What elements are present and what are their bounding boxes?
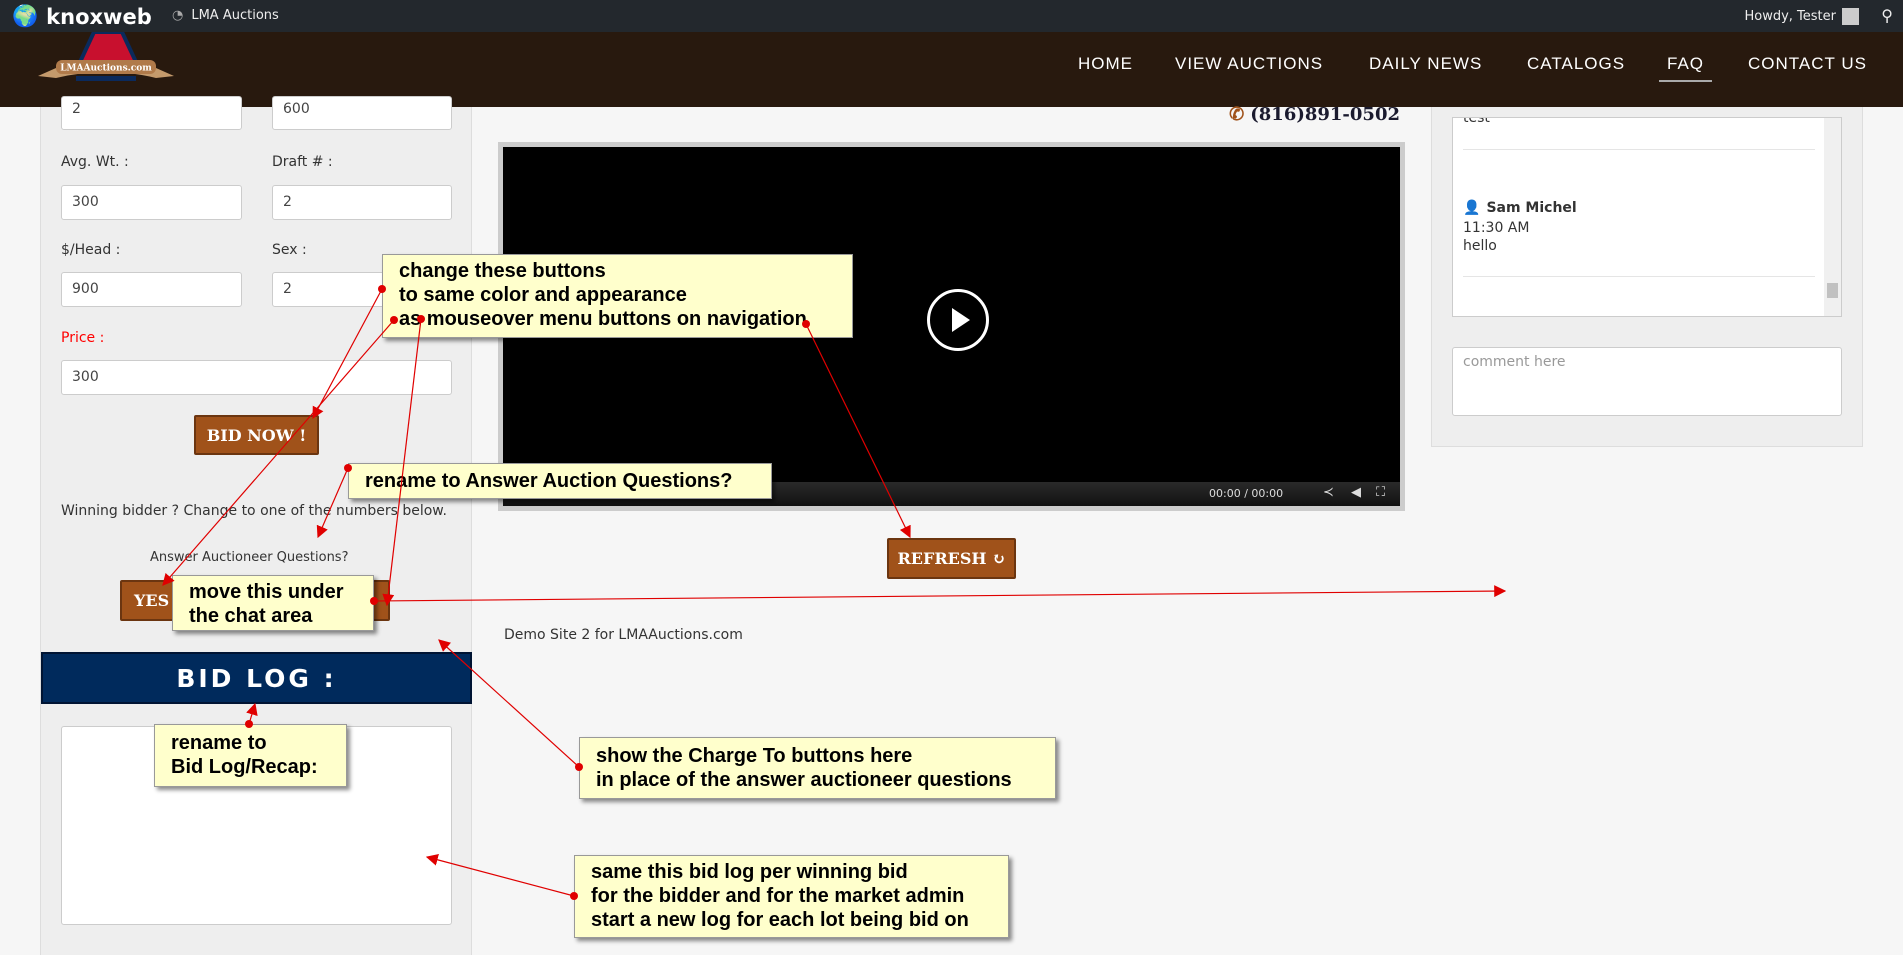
comment-input[interactable]: comment here	[1452, 347, 1842, 416]
chat-prev-message: test	[1463, 117, 1490, 126]
refresh-icon: ↻	[992, 549, 1006, 568]
dashboard-icon: ◔	[172, 8, 184, 23]
nav-home[interactable]: HOME	[1078, 54, 1133, 80]
per-head-input[interactable]: 900	[61, 272, 242, 307]
chat-author: 👤 Sam Michel	[1463, 200, 1577, 216]
field-row0-left[interactable]: 2	[61, 96, 242, 130]
nav-daily-news[interactable]: DAILY NEWS	[1369, 54, 1482, 80]
nav-faq[interactable]: FAQ	[1659, 54, 1713, 82]
globe-icon: 🌍	[12, 4, 39, 28]
annotation-charge-to: show the Charge To buttons here in place…	[579, 737, 1056, 799]
play-icon	[952, 308, 970, 332]
search-icon[interactable]: ⚲	[1881, 6, 1893, 25]
annotation-change-buttons: change these buttons to same color and a…	[382, 254, 853, 338]
phone-icon: ✆	[1229, 104, 1245, 125]
svg-text:LMAAuctions.com: LMAAuctions.com	[60, 64, 152, 74]
per-head-label: $/Head :	[61, 242, 121, 258]
annotation-move-under-chat: move this under the chat area	[172, 575, 374, 631]
price-label: Price :	[61, 330, 105, 346]
bid-now-button[interactable]: BID NOW !	[194, 415, 319, 455]
chat-scrollbar[interactable]	[1824, 118, 1841, 316]
nav-view-auctions[interactable]: VIEW AUCTIONS	[1175, 54, 1323, 80]
admin-brand[interactable]: 🌍 knoxweb	[12, 4, 152, 29]
annotation-bid-log-per-bid: same this bid log per winning bid for th…	[574, 855, 1009, 938]
avg-wt-label: Avg. Wt. :	[61, 154, 129, 170]
annotation-rename-answer: rename to Answer Auction Questions?	[348, 463, 772, 499]
chat-time: 11:30 AM	[1463, 220, 1530, 236]
chat-messages: test 👤 Sam Michel 11:30 AM hello	[1452, 117, 1842, 317]
sex-label: Sex :	[272, 242, 307, 258]
bid-log-header: BID LOG :	[41, 652, 472, 704]
admin-bar: 🌍 knoxweb ◔ LMA Auctions Howdy, Tester ⚲	[0, 0, 1903, 32]
user-icon: 👤	[1463, 200, 1481, 216]
price-input[interactable]: 300	[61, 360, 452, 395]
draft-label: Draft # :	[272, 154, 333, 170]
user-menu[interactable]: Howdy, Tester	[1744, 8, 1859, 25]
footer-text: Demo Site 2 for LMAAuctions.com	[504, 627, 743, 643]
volume-icon[interactable]: ◀	[1351, 485, 1361, 500]
annotation-rename-bid-log: rename to Bid Log/Recap:	[154, 724, 347, 787]
play-button[interactable]	[927, 289, 989, 351]
video-time: 00:00 / 00:00	[1209, 487, 1284, 500]
chat-text: hello	[1463, 238, 1497, 254]
field-row0-right[interactable]: 600	[272, 96, 452, 130]
refresh-button[interactable]: REFRESH ↻	[887, 538, 1016, 579]
winning-bidder-text: Winning bidder ? Change to one of the nu…	[61, 503, 447, 519]
avatar	[1842, 8, 1859, 25]
lma-logo[interactable]: LMAAuctions.com	[36, 32, 176, 94]
phone-number: ✆ (816)891-0502	[1229, 104, 1400, 125]
nav-contact-us[interactable]: CONTACT US	[1748, 54, 1867, 80]
fullscreen-icon[interactable]: ⛶	[1376, 485, 1385, 500]
draft-input[interactable]: 2	[272, 185, 452, 220]
admin-site-link[interactable]: ◔ LMA Auctions	[172, 8, 279, 23]
answer-questions-label: Answer Auctioneer Questions?	[150, 550, 349, 565]
avg-wt-input[interactable]: 300	[61, 185, 242, 220]
nav-catalogs[interactable]: CATALOGS	[1527, 54, 1625, 80]
share-icon[interactable]: ≺	[1323, 485, 1334, 500]
